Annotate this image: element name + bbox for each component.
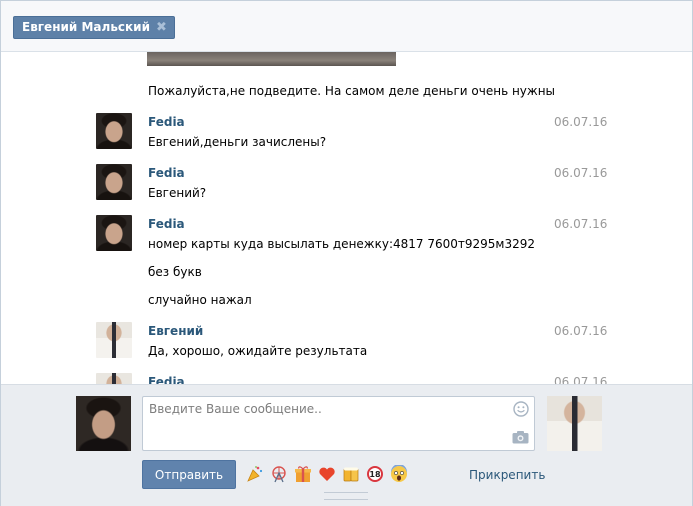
avatar-evgeniy[interactable] bbox=[96, 373, 132, 384]
message-input-box[interactable] bbox=[142, 396, 535, 451]
message-date[interactable]: 06.07.16 bbox=[554, 375, 607, 384]
message-text: Евгений,деньги зачислены? bbox=[148, 135, 327, 149]
avatar-fedia[interactable] bbox=[96, 113, 132, 149]
attach-link[interactable]: Прикрепить bbox=[469, 468, 545, 482]
resize-handle[interactable] bbox=[324, 492, 368, 500]
svg-text:18: 18 bbox=[369, 470, 381, 479]
smile-icon[interactable] bbox=[513, 401, 529, 417]
chat-tab-label: Евгений Мальский bbox=[22, 20, 150, 34]
avatar-fedia[interactable] bbox=[96, 164, 132, 200]
gift-icon[interactable] bbox=[293, 464, 312, 483]
ferris-wheel-icon[interactable] bbox=[269, 464, 288, 483]
message-text: Евгений? bbox=[148, 186, 207, 200]
sender-name[interactable]: Евгений bbox=[148, 324, 203, 338]
sender-name[interactable]: Fedia bbox=[148, 115, 185, 129]
sender-name[interactable]: Fedia bbox=[148, 217, 185, 231]
message-text: без букв bbox=[148, 265, 202, 279]
message-date[interactable]: 06.07.16 bbox=[554, 166, 607, 180]
no-under-18-icon[interactable]: 18 bbox=[365, 464, 384, 483]
message-text: Да, хорошо, ожидайте результата bbox=[148, 344, 368, 358]
close-icon[interactable]: ✖ bbox=[156, 17, 167, 38]
message-date[interactable]: 06.07.16 bbox=[554, 324, 607, 338]
beer-icon[interactable] bbox=[341, 464, 360, 483]
message-text: случайно нажал bbox=[148, 293, 252, 307]
my-avatar[interactable] bbox=[76, 396, 131, 451]
scream-face-icon[interactable] bbox=[389, 464, 408, 483]
chat-header: Евгений Мальский ✖ bbox=[1, 1, 692, 52]
avatar-fedia[interactable] bbox=[96, 215, 132, 251]
message-text: номер карты куда высылать денежку:4817 7… bbox=[148, 237, 536, 251]
peer-avatar[interactable] bbox=[547, 396, 602, 451]
message-text: Пожалуйста,не подведите. На самом деле д… bbox=[148, 84, 556, 98]
camera-icon[interactable] bbox=[512, 430, 529, 444]
emoji-bar: 18 bbox=[245, 464, 408, 483]
message-composer: Отправить bbox=[1, 384, 692, 506]
sender-name[interactable]: Fedia bbox=[148, 375, 185, 384]
send-button[interactable]: Отправить bbox=[142, 460, 236, 489]
message-list[interactable]: Пожалуйста,не подведите. На самом деле д… bbox=[1, 52, 692, 384]
attached-photo[interactable] bbox=[147, 52, 396, 66]
avatar-evgeniy[interactable] bbox=[96, 322, 132, 358]
message-input[interactable] bbox=[143, 397, 503, 448]
message-date[interactable]: 06.07.16 bbox=[554, 217, 607, 231]
party-popper-icon[interactable] bbox=[245, 464, 264, 483]
sender-name[interactable]: Fedia bbox=[148, 166, 185, 180]
heart-icon[interactable] bbox=[317, 464, 336, 483]
message-date[interactable]: 06.07.16 bbox=[554, 115, 607, 129]
chat-window: Евгений Мальский ✖ Пожалуйста,не подведи… bbox=[0, 0, 693, 506]
chat-tab-evgeniy[interactable]: Евгений Мальский ✖ bbox=[13, 16, 175, 39]
